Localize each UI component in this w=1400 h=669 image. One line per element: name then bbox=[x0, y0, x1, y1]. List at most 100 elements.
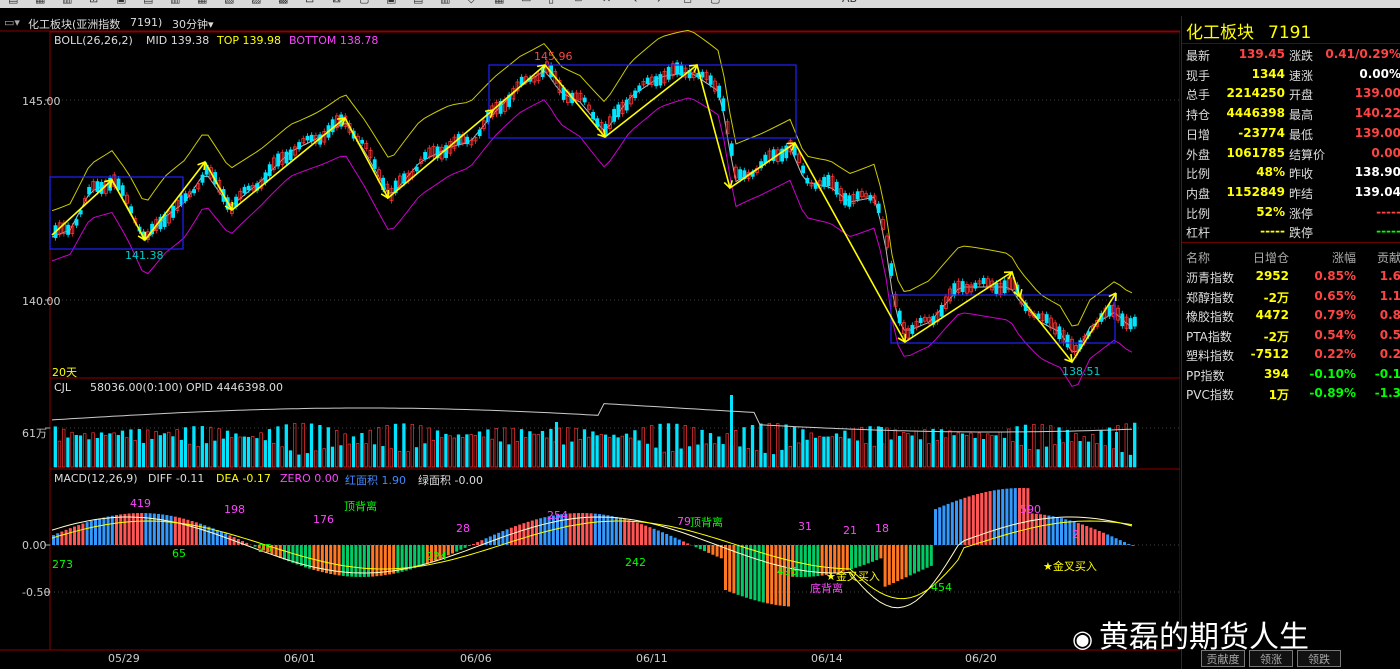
candle bbox=[183, 193, 188, 202]
volume-bar bbox=[343, 433, 347, 468]
volume-bar bbox=[414, 447, 419, 468]
macd-bar bbox=[1068, 520, 1072, 545]
candle bbox=[284, 151, 289, 164]
table-row[interactable]: PVC指数 1万 -0.89% -1.3 bbox=[1182, 384, 1400, 403]
macd-bar bbox=[925, 545, 929, 568]
volume-bar bbox=[923, 429, 927, 468]
volume-bar bbox=[347, 443, 351, 468]
volume-bar bbox=[137, 429, 141, 468]
candle bbox=[242, 186, 247, 194]
date-label: 06/06 bbox=[460, 652, 492, 665]
volume-bar bbox=[889, 439, 893, 468]
macd-bar bbox=[392, 545, 396, 574]
volume-bar bbox=[952, 435, 956, 468]
candle bbox=[855, 191, 860, 200]
watermark: ◉ 黄磊的期货人生 bbox=[1072, 612, 1309, 656]
volume-bar bbox=[83, 433, 87, 468]
kline-chart[interactable] bbox=[0, 0, 1180, 669]
volume-bar bbox=[154, 431, 158, 468]
col-con[interactable]: 贡献 bbox=[1377, 249, 1400, 266]
volume-bar bbox=[381, 446, 385, 468]
table-row[interactable]: PP指数 394 -0.10% -0.1 bbox=[1182, 365, 1400, 384]
volume-bar bbox=[620, 435, 624, 468]
macd-bar bbox=[942, 505, 946, 545]
col-name[interactable]: 名称 bbox=[1186, 249, 1210, 266]
macd-bar bbox=[178, 517, 181, 545]
macd-bar bbox=[862, 545, 866, 565]
quote-label: 最新 bbox=[1186, 49, 1211, 63]
macd-bar bbox=[308, 545, 312, 569]
table-row[interactable]: 沥青指数 2952 0.85% 1.6 bbox=[1182, 267, 1400, 286]
days-label: 20天 bbox=[52, 366, 77, 379]
macd-bar bbox=[682, 541, 685, 545]
macd-bar bbox=[1013, 488, 1017, 545]
macd-bar bbox=[808, 545, 811, 577]
macd-bar bbox=[333, 545, 337, 575]
table-row[interactable]: 郑醇指数 -2万 0.65% 1.1 bbox=[1182, 287, 1400, 306]
row-con: 0.2 bbox=[1379, 347, 1400, 361]
volume-bar bbox=[263, 440, 267, 468]
volume-bar bbox=[209, 426, 213, 468]
volume-bar bbox=[990, 435, 994, 468]
macd-bar bbox=[770, 545, 774, 605]
quote-label: 内盘 bbox=[1186, 186, 1211, 201]
candle bbox=[66, 224, 70, 235]
macd-bar bbox=[652, 528, 656, 545]
volume-bar bbox=[645, 443, 650, 468]
candle bbox=[826, 174, 831, 187]
candle bbox=[95, 181, 100, 193]
date-label: 06/20 bbox=[965, 652, 997, 665]
volume-bar bbox=[284, 424, 288, 468]
row-name: 塑料指数 bbox=[1186, 349, 1235, 363]
col-inc[interactable]: 日增仓 bbox=[1253, 249, 1289, 266]
table-row[interactable]: PTA指数 -2万 0.54% 0.5 bbox=[1182, 326, 1400, 345]
macd-bar bbox=[1026, 488, 1030, 545]
boll-top: TOP 139.98 bbox=[217, 34, 281, 47]
macd-bar bbox=[56, 533, 60, 545]
quote-label: 最高 bbox=[1289, 108, 1314, 123]
quote-panel: 化工板块 7191 最新 139.45 涨跌 0.41/0.29% 现手 1344 … bbox=[1181, 16, 1400, 669]
quote-value: 0.00 bbox=[1371, 145, 1400, 160]
quote-label: 日增 bbox=[1186, 127, 1211, 142]
volume-bar bbox=[616, 437, 620, 468]
macd-bar bbox=[707, 545, 711, 553]
volume-bar bbox=[259, 432, 263, 468]
volume-bar bbox=[141, 442, 146, 468]
macd-bar bbox=[934, 509, 937, 545]
volume-bar bbox=[969, 432, 973, 468]
volume-bar bbox=[540, 430, 545, 468]
quote-value: 1061785 bbox=[1226, 145, 1285, 160]
row-name: PTA指数 bbox=[1186, 329, 1232, 344]
volume-bar bbox=[448, 435, 452, 468]
macd-bar bbox=[980, 492, 984, 545]
volume-bar bbox=[1120, 452, 1124, 468]
col-chg[interactable]: 涨幅 bbox=[1332, 249, 1356, 266]
table-row[interactable]: 橡胶指数 4472 0.79% 0.8 bbox=[1182, 306, 1400, 325]
candle bbox=[729, 143, 734, 156]
volume-bar bbox=[57, 440, 62, 468]
consolidation-box bbox=[488, 64, 797, 139]
volume-bar bbox=[734, 430, 738, 468]
quote-value: 139.04 bbox=[1354, 184, 1400, 199]
macd-annotation: 18 bbox=[875, 522, 889, 535]
volume-bar bbox=[91, 432, 95, 468]
macd-bar bbox=[1118, 540, 1122, 545]
row-con: 1.6 bbox=[1379, 269, 1400, 283]
volume-bar bbox=[1007, 428, 1011, 468]
volume-bar bbox=[981, 438, 986, 468]
volume-value: 58036.00(0:100) bbox=[90, 381, 183, 394]
volume-bar bbox=[519, 429, 524, 468]
candle bbox=[87, 187, 91, 195]
macd-annotation: 31 bbox=[798, 520, 812, 533]
volume-bar bbox=[809, 432, 813, 468]
quote-label: 持仓 bbox=[1186, 108, 1211, 123]
macd-annotation: ★金叉买入 bbox=[1043, 560, 1097, 573]
quote-value: ----- bbox=[1260, 224, 1285, 239]
table-row[interactable]: 塑料指数 -7512 0.22% 0.2 bbox=[1182, 345, 1400, 364]
macd-bar bbox=[165, 515, 169, 545]
candle bbox=[717, 85, 721, 98]
volume-bar bbox=[1128, 454, 1133, 468]
volume-bar bbox=[498, 441, 503, 468]
panel-instrument-code: 7191 bbox=[1268, 23, 1312, 43]
macd-bar bbox=[1005, 488, 1009, 545]
